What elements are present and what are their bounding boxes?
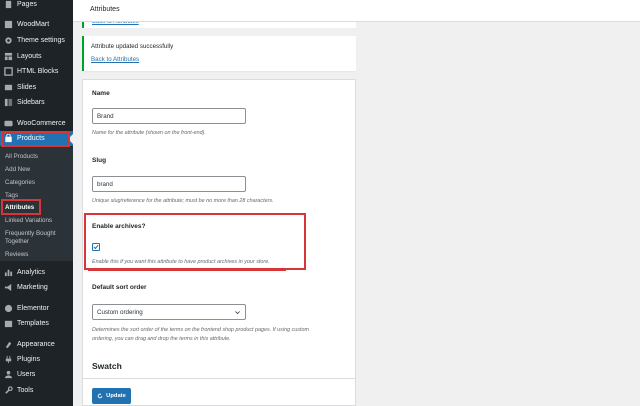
gear-icon: [4, 36, 13, 45]
name-input[interactable]: Brand: [92, 108, 246, 124]
sidebar-item-slides[interactable]: Slides: [0, 80, 73, 95]
sidebars-icon: [4, 98, 13, 107]
wrench-icon: [4, 386, 13, 395]
sort-order-select[interactable]: Custom ordering: [92, 304, 246, 320]
sidebar-item-woocommerce[interactable]: WooCommerce: [0, 116, 73, 131]
swatch-heading: Swatch: [92, 361, 122, 371]
sidebar-item-sidebars[interactable]: Sidebars: [0, 95, 73, 110]
refresh-icon: [97, 393, 103, 399]
appearance-icon: [4, 340, 13, 349]
sidebar-item-marketing[interactable]: Marketing: [0, 280, 73, 295]
success-notice: Attribute updated successfully Back to A…: [82, 36, 356, 71]
sidebar-item-theme-settings[interactable]: Theme settings: [0, 33, 73, 48]
sidebar-item-plugins[interactable]: Plugins: [0, 352, 73, 367]
submenu-linked-variations[interactable]: Linked Variations: [5, 217, 52, 224]
back-to-attributes-link[interactable]: Back to Attributes: [91, 56, 139, 63]
sidebar-item-tools[interactable]: Tools: [0, 383, 73, 398]
woocommerce-icon: [4, 119, 13, 128]
notice-message: Attribute updated successfully: [91, 43, 174, 50]
sidebar-item-pages[interactable]: Pages: [0, 0, 73, 12]
elementor-icon: [4, 304, 13, 313]
sidebar-item-users[interactable]: Users: [0, 367, 73, 382]
update-button-label: Update: [106, 393, 126, 399]
plugins-icon: [4, 355, 13, 364]
annotation-archives-highlight: [84, 213, 306, 270]
marketing-icon: [4, 283, 13, 292]
submenu-all-products[interactable]: All Products: [5, 153, 38, 160]
name-description: Name for the attribute (shown on the fro…: [92, 130, 206, 136]
submenu-reviews[interactable]: Reviews: [5, 251, 28, 258]
submenu-add-new[interactable]: Add New: [5, 166, 30, 173]
sidebar-item-elementor[interactable]: Elementor: [0, 301, 73, 316]
layouts-icon: [4, 52, 13, 61]
sidebar-item-layouts[interactable]: Layouts: [0, 49, 73, 64]
slides-icon: [4, 83, 13, 92]
submenu-together[interactable]: Together: [5, 238, 29, 245]
annotation-attributes-highlight: [1, 199, 41, 215]
submenu-categories[interactable]: Categories: [5, 179, 35, 186]
sort-order-description-line1: Determines the sort order of the terms o…: [92, 327, 309, 333]
pages-icon: [4, 0, 13, 9]
previous-notice: Back to Attributes: [82, 22, 356, 28]
page-header: Attributes: [73, 0, 640, 22]
section-divider: [83, 378, 355, 379]
sort-order-description-line2: ordering, you can drag and drop the term…: [92, 336, 231, 342]
slug-input[interactable]: brand: [92, 176, 246, 192]
sidebar-item-woodmart[interactable]: WoodMart: [0, 17, 73, 32]
page-title: Attributes: [90, 6, 120, 13]
woodmart-icon: [4, 20, 13, 29]
sidebar-item-appearance[interactable]: Appearance: [0, 337, 73, 352]
html-blocks-icon: [4, 67, 13, 76]
slug-description: Unique slug/reference for the attribute;…: [92, 198, 274, 204]
analytics-icon: [4, 268, 13, 277]
previous-notice-link[interactable]: Back to Attributes: [92, 22, 139, 25]
name-label: Name: [92, 90, 110, 97]
slug-label: Slug: [92, 157, 107, 164]
sidebar-item-templates[interactable]: Templates: [0, 316, 73, 331]
submenu-frequently-bought[interactable]: Frequently Bought: [5, 230, 56, 237]
submenu-tags[interactable]: Tags: [5, 192, 18, 199]
chevron-down-icon: [235, 311, 240, 315]
annotation-archives-underline: [88, 269, 286, 271]
templates-icon: [4, 319, 13, 328]
annotation-products-highlight: [1, 131, 70, 147]
sidebar-item-analytics[interactable]: Analytics: [0, 265, 73, 280]
update-button[interactable]: Update: [92, 388, 131, 404]
sidebar-item-html-blocks[interactable]: HTML Blocks: [0, 64, 73, 79]
sort-order-value: Custom ordering: [97, 308, 143, 316]
sort-order-label: Default sort order: [92, 284, 147, 291]
users-icon: [4, 370, 13, 379]
